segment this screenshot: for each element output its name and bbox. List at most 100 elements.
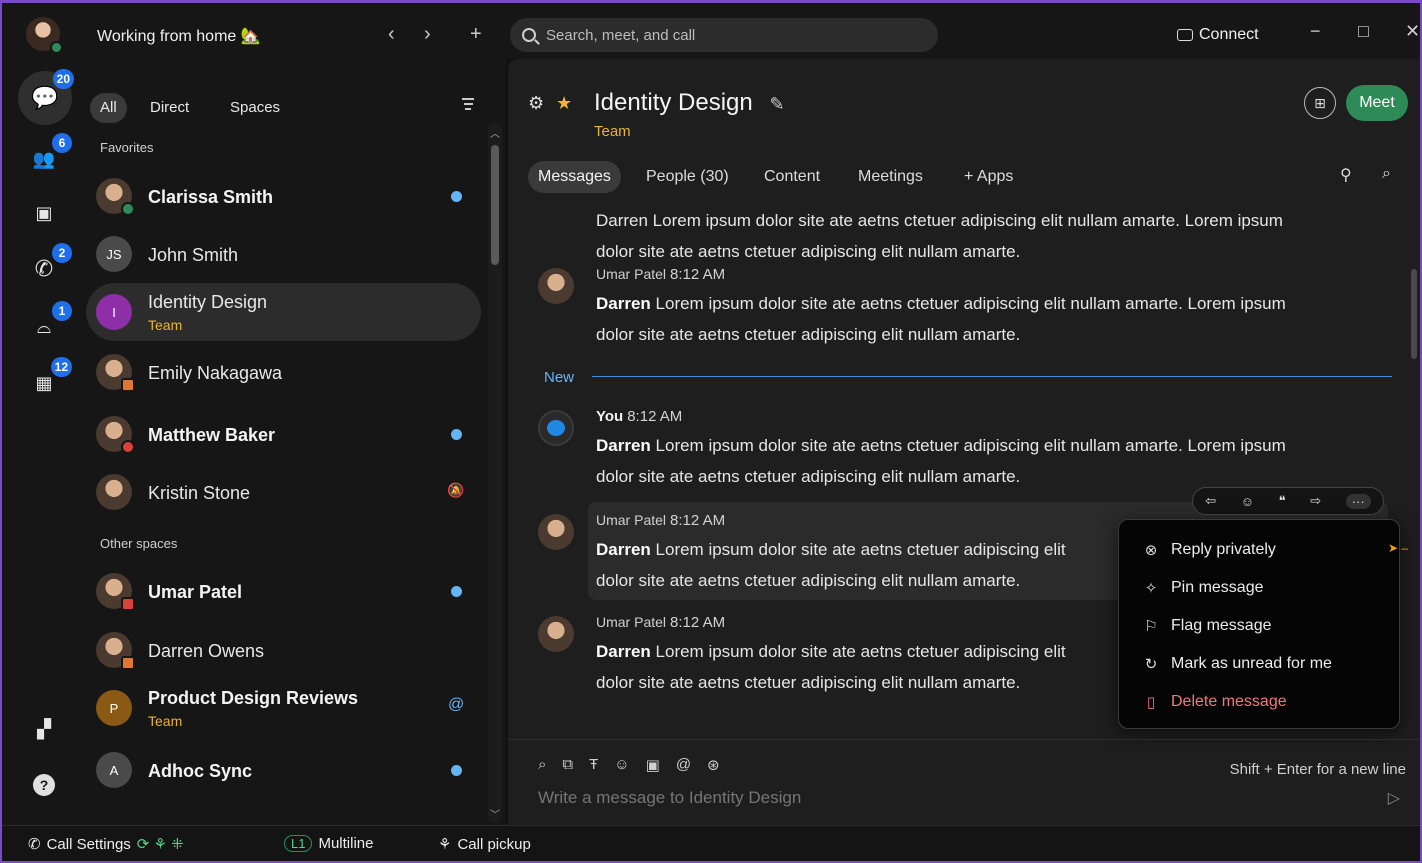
new-button[interactable]: + [470,23,482,46]
list-item[interactable]: Umar Patel [86,562,481,620]
list-scrollbar[interactable]: ︿ ﹀ [488,123,502,823]
filter-direct[interactable]: Direct [150,93,189,123]
list-item[interactable]: Clarissa Smith [86,167,481,225]
list-item[interactable]: Matthew Baker [86,405,481,463]
meet-button[interactable]: Meet [1346,85,1408,121]
tab-messages[interactable]: Messages [528,161,621,193]
list-item[interactable]: P Product Design Reviews Team @ [86,679,481,737]
call-pickup-button[interactable]: ⚘ Call pickup [438,835,531,854]
reply-icon[interactable]: ⇦ [1205,493,1216,509]
chat-bubble-icon: 💬 [31,85,59,110]
message-line-1: Darren Lorem ipsum dolor site ate aetns … [596,211,1283,230]
message-line-1: Lorem ipsum dolor site ate aetns ctetuer… [650,540,1066,559]
list-item-selected[interactable]: I Identity Design Team [86,283,481,341]
avatar [538,616,574,652]
format-text-icon[interactable]: Ŧ [589,756,598,774]
apps-icon[interactable]: ⊛ [707,756,720,774]
pinned-messages-icon[interactable]: ⚲ [1340,165,1352,185]
presence-active-icon [50,41,63,54]
tab-meetings[interactable]: Meetings [858,161,923,193]
favorites-heading: Favorites [100,140,154,155]
filter-spaces[interactable]: Spaces [230,93,280,123]
scrollbar-thumb[interactable] [1411,269,1417,359]
back-button[interactable]: ‹ [388,23,395,46]
flag-icon: ⚐ [1144,618,1158,635]
forward-button[interactable]: › [424,23,431,46]
search-icon[interactable]: ⌕ [1382,165,1391,183]
list-item[interactable]: JS John Smith [86,225,481,283]
conversation-name: Umar Patel [148,582,243,602]
list-item[interactable]: Kristin Stone 🔕 [86,463,481,521]
space-view: ⚙ ★ Identity Design ✎ Team ⊞ Meet Messag… [508,59,1420,825]
status-message[interactable]: Working from home 🏡 [97,26,261,46]
call-settings-button[interactable]: ✆ Call Settings ⟳ ⚘ ⁜ [28,835,184,854]
rail-meetings[interactable]: ▦ 12 [24,357,72,403]
line-selector[interactable]: L1 Multiline [284,835,374,852]
rail-voicemail[interactable]: ⌓ 1 [24,301,72,347]
schedule-meeting-button[interactable]: ⊞ [1304,87,1336,119]
tab-apps[interactable]: + Apps [964,161,1013,193]
tab-people[interactable]: People (30) [646,161,729,193]
tab-content[interactable]: Content [764,161,820,193]
filter-menu-icon[interactable] [462,95,474,113]
message-scrollbar[interactable] [1410,209,1418,729]
minimize-button[interactable]: − [1310,21,1321,42]
menu-item-label: Reply privately [1171,541,1276,558]
mention-icon[interactable]: @ [676,756,691,774]
more-options-icon[interactable]: ··· [1345,493,1371,509]
chevron-down-icon[interactable]: ﹀ [488,806,502,821]
chat-bubble-icon [547,420,565,436]
menu-mark-unread[interactable]: ↻ Mark as unread for me [1143,652,1332,676]
chevron-up-icon[interactable]: ︿ [488,125,502,140]
list-item[interactable]: A Adhoc Sync [86,741,481,799]
message-line-1: Lorem ipsum dolor site ate aetns ctetuer… [650,642,1066,661]
mention[interactable]: Darren [596,294,651,313]
quote-icon[interactable]: ❝ [1279,493,1286,509]
mention[interactable]: Darren [596,436,651,455]
menu-flag-message[interactable]: ⚐ Flag message [1143,614,1271,638]
screenshot-icon[interactable]: ⧉ [562,756,573,774]
emoji-icon[interactable]: ☺ [614,756,629,774]
my-avatar[interactable] [26,17,63,54]
list-item[interactable]: Darren Owens [86,621,481,679]
attach-icon[interactable]: ⌕ [538,756,546,774]
mention[interactable]: Darren [596,540,651,559]
rail-contacts[interactable]: ▣ [24,193,64,233]
scrollbar-thumb[interactable] [491,145,499,265]
search-input[interactable]: Search, meet, and call [510,18,938,52]
maximize-button[interactable]: □ [1358,21,1369,42]
star-icon[interactable]: ★ [556,93,572,114]
pin-icon: ✧ [1144,580,1158,597]
rail-apps[interactable]: ▞ [24,709,64,749]
edit-pencil-icon[interactable]: ✎ [769,94,784,114]
line-badge: L1 [284,835,313,852]
call-status-bar: ✆ Call Settings ⟳ ⚘ ⁜ L1 Multiline ⚘ Cal… [2,825,1420,861]
list-item[interactable]: Emily Nakagawa [86,343,481,401]
send-icon[interactable]: ▷ [1388,788,1400,808]
calendar-icon: ▦ [35,373,53,393]
contacts-icon: ▣ [35,203,53,223]
message-input[interactable] [538,788,1338,808]
close-button[interactable]: ✕ [1405,21,1420,42]
gear-icon[interactable]: ⚙ [528,93,544,114]
rail-messaging[interactable]: 💬 20 [18,69,74,125]
forward-icon[interactable]: ⇨ [1310,493,1321,509]
conversation-list: All Direct Spaces Favorites Clarissa Smi… [86,59,506,825]
my-avatar [538,410,574,446]
rail-teams[interactable]: 👥 6 [24,133,72,179]
menu-delete-message[interactable]: ▯ Delete message [1143,690,1287,714]
menu-reply-privately[interactable]: ⊗ Reply privately [1143,538,1276,562]
filter-all[interactable]: All [90,93,127,123]
message-line-1: Lorem ipsum dolor site ate aetns ctetuer… [650,294,1286,313]
react-emoji-icon[interactable]: ☺ [1241,494,1254,509]
search-placeholder: Search, meet, and call [546,26,696,44]
call-pickup-icon: ⚘ [438,836,452,853]
connect-button[interactable]: Connect [1177,26,1259,44]
sender-name: Umar Patel [596,266,667,282]
mention[interactable]: Darren [596,642,651,661]
gif-icon[interactable]: ▣ [646,756,660,774]
rail-calling[interactable]: ✆ 2 [24,243,72,289]
rail-help[interactable]: ? [24,765,64,805]
presence-dnd-icon [121,440,135,454]
menu-pin-message[interactable]: ✧ Pin message [1143,576,1264,600]
